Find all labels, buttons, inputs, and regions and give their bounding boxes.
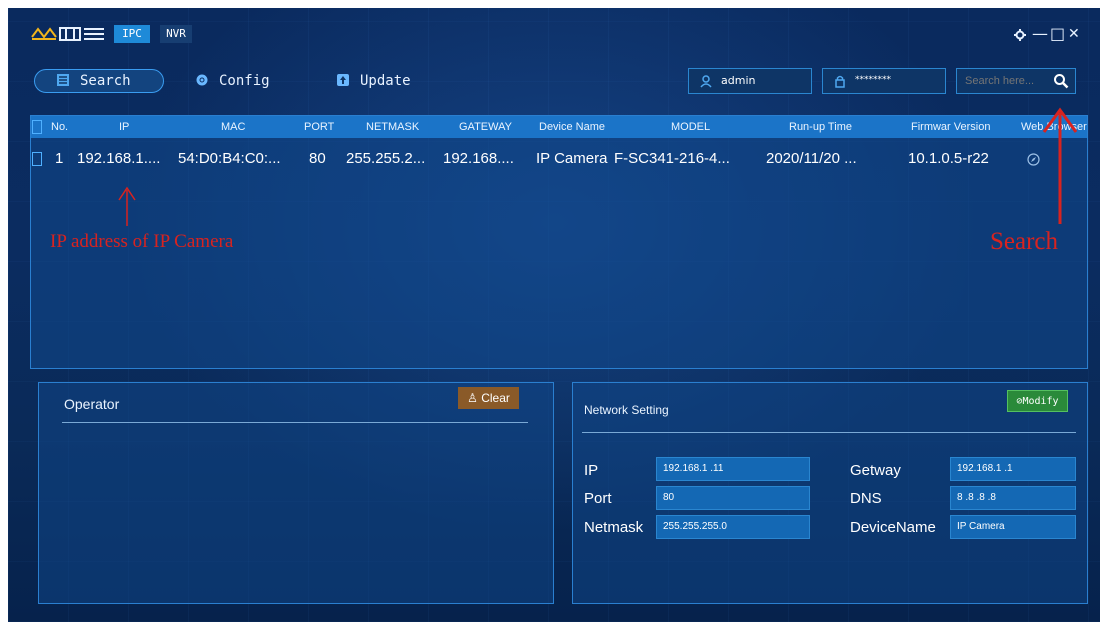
devicename-label: DeviceName [850,519,936,536]
col-no[interactable]: No. [51,116,68,138]
col-mac[interactable]: MAC [221,116,245,138]
cell-port: 80 [309,150,326,167]
compass-icon[interactable] [1027,153,1040,166]
ipc-mode-button[interactable]: IPC [114,25,150,43]
operator-divider [62,422,528,423]
config-gear-icon [196,74,208,86]
netmask-label: Netmask [584,519,644,536]
select-all-checkbox[interactable] [32,120,42,134]
search-input[interactable] [959,72,1055,90]
cell-runup-time: 2020/11/20 ... [766,150,857,167]
clear-icon: ♙ [467,391,482,405]
dns-field[interactable]: 8 .8 .8 .8 [950,486,1076,510]
password-field[interactable]: ******** [822,68,946,94]
col-gateway[interactable]: GATEWAY [459,116,512,138]
nav-config-label: Config [219,73,270,89]
cell-no: 1 [55,150,64,167]
operator-title: Operator [64,396,120,412]
col-model[interactable]: MODEL [671,116,710,138]
nav-config[interactable]: Config [195,72,270,90]
search-annotation-label: Search [990,228,1059,255]
minimize-button[interactable]: — [1032,26,1048,42]
operator-panel [38,382,554,604]
devicename-field[interactable]: IP Camera [950,515,1076,539]
gateway-field[interactable]: 192.168.1 .1 [950,457,1076,481]
network-divider [582,432,1076,433]
update-icon [337,74,349,86]
modify-button[interactable]: ⊘Modify [1007,390,1068,412]
col-firmware[interactable]: Firmwar Version [911,116,990,138]
table-header: No. IP MAC PORT NETMASK GATEWAY Device N… [31,116,1087,138]
col-ip[interactable]: IP [119,116,129,138]
modify-label: Modify [1022,396,1059,407]
maximize-button[interactable]: □ [1050,26,1065,42]
port-label: Port [584,490,612,507]
close-button[interactable]: ✕ [1068,26,1080,42]
nvr-mode-button[interactable]: NVR [160,25,192,43]
clear-label: Clear [481,391,510,405]
dns-label: DNS [850,490,882,507]
ip-annotation-label: IP address of IP Camera [50,231,234,252]
network-title: Network Setting [584,403,669,417]
search-box [956,68,1076,94]
nav-update[interactable]: Update [336,72,411,90]
gear-icon[interactable] [1014,29,1026,41]
cell-firmware: 10.1.0.5-r22 [908,150,989,167]
brand-logo [31,27,104,41]
nav-update-label: Update [360,73,411,89]
netmask-field[interactable]: 255.255.255.0 [656,515,810,539]
cell-gateway: 192.168.... [443,150,514,167]
col-device-name[interactable]: Device Name [539,116,605,138]
gateway-label: Getway [850,462,901,479]
col-port[interactable]: PORT [304,116,334,138]
port-field[interactable]: 80 [656,486,810,510]
search-icon[interactable] [1053,73,1069,89]
username-field[interactable]: admin [688,68,812,94]
list-search-icon [57,74,69,86]
lock-icon [835,75,845,88]
col-runup-time[interactable]: Run-up Time [789,116,852,138]
cell-device-name: IP Camera [536,150,608,167]
nav-search-label: Search [80,73,131,89]
username-value: admin [721,74,756,87]
user-icon [700,75,712,88]
cell-mac: 54:D0:B4:C0:... [178,150,281,167]
ip-field[interactable]: 192.168.1 .11 [656,457,810,481]
cell-model: F-SC341-216-4... [614,150,730,167]
col-web-browser[interactable]: Web Browser [1021,116,1087,138]
row-checkbox[interactable] [32,152,42,166]
password-value: ******** [855,75,891,85]
nav-search[interactable]: Search [56,72,131,90]
clear-button[interactable]: ♙ Clear [458,387,519,409]
table-row[interactable]: 1 192.168.1.... 54:D0:B4:C0:... 80 255.2… [31,148,1087,170]
cell-netmask: 255.255.2... [346,150,426,167]
cell-ip: 192.168.1.... [77,150,161,167]
col-netmask[interactable]: NETMASK [366,116,419,138]
ip-label: IP [584,462,599,479]
